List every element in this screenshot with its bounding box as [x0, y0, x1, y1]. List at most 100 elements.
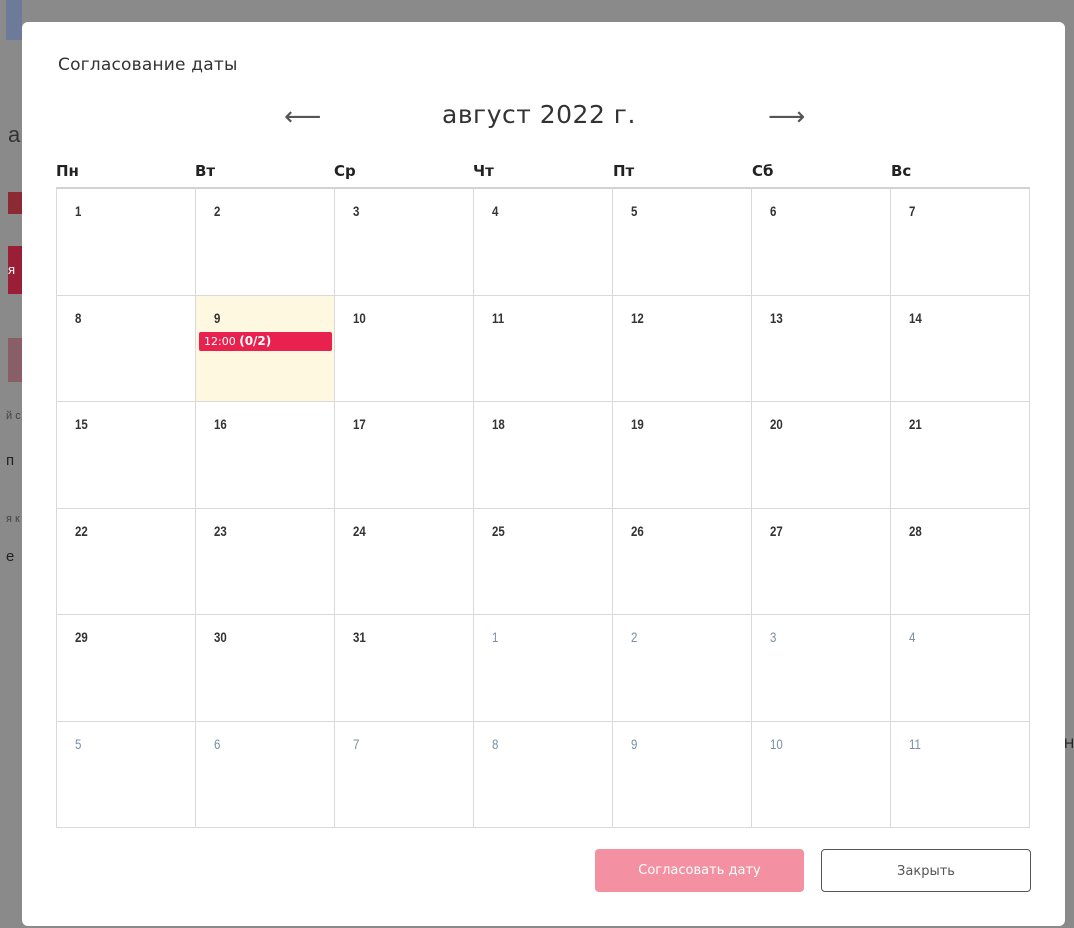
calendar-day-cell[interactable]: 1: [57, 189, 196, 296]
calendar-day-cell[interactable]: 28: [891, 508, 1030, 615]
day-number: 15: [75, 416, 88, 432]
day-number: 6: [770, 203, 777, 219]
calendar-day-cell[interactable]: 5: [57, 721, 196, 828]
day-number: 21: [909, 416, 922, 432]
day-number: 30: [214, 629, 227, 645]
calendar-grid: 1 2 3 4 5 6 7 8 9 12:00 (0/2) 10 11 12 13 14 15 16 17 18 19…: [56, 187, 1030, 828]
close-button[interactable]: Закрыть: [821, 849, 1031, 892]
day-number: 31: [353, 629, 366, 645]
background-heading-fragment: а: [8, 122, 21, 147]
day-number: 4: [492, 203, 499, 219]
day-number: 22: [75, 522, 88, 539]
agree-date-button[interactable]: Согласовать дату: [595, 849, 804, 892]
calendar-day-cell[interactable]: 31: [335, 615, 474, 722]
calendar-day-cell[interactable]: 11: [474, 295, 613, 402]
calendar-day-cell[interactable]: 16: [196, 402, 335, 509]
day-number: 19: [631, 416, 644, 432]
day-number: 3: [353, 203, 360, 219]
calendar-day-cell[interactable]: 22: [57, 508, 196, 615]
calendar-day-cell[interactable]: 24: [335, 508, 474, 615]
background-logo: [6, 0, 22, 40]
day-number: 17: [353, 416, 366, 432]
calendar-day-cell[interactable]: 21: [891, 402, 1030, 509]
day-number: 10: [770, 735, 783, 752]
background-field-text-2: е: [6, 548, 15, 565]
calendar-day-cell[interactable]: 25: [474, 508, 613, 615]
calendar-day-cell[interactable]: 6: [196, 721, 335, 828]
day-number: 1: [75, 203, 82, 219]
day-number: 29: [75, 629, 88, 645]
day-number: 2: [214, 203, 221, 219]
day-number: 5: [631, 203, 638, 219]
day-number: 7: [353, 735, 360, 752]
day-number: 6: [214, 735, 221, 752]
calendar-day-cell[interactable]: 2: [196, 189, 335, 296]
calendar-day-cell[interactable]: 14: [891, 295, 1030, 402]
weekday-mon: Пн: [56, 162, 79, 180]
weekday-tue: Вт: [195, 162, 216, 180]
calendar-day-cell[interactable]: 5: [613, 189, 752, 296]
calendar-day-cell[interactable]: 4: [891, 615, 1030, 722]
weekday-sun: Вс: [891, 162, 912, 180]
arrow-left-icon[interactable]: ⟵: [284, 102, 321, 132]
date-agreement-modal: Согласование даты ⟵ август 2022 г. ⟶ Пн …: [22, 22, 1065, 926]
calendar-day-cell[interactable]: 8: [57, 295, 196, 402]
day-number: 13: [770, 309, 783, 326]
calendar-day-cell[interactable]: 3: [752, 615, 891, 722]
day-number: 25: [492, 522, 505, 539]
calendar-day-cell[interactable]: 10: [335, 295, 474, 402]
day-number: 23: [214, 522, 227, 539]
day-number: 27: [770, 522, 783, 539]
background-label: й с: [6, 410, 21, 422]
month-navigation: ⟵ август 2022 г. ⟶: [22, 100, 1065, 136]
calendar-day-cell[interactable]: 29: [57, 615, 196, 722]
calendar-day-cell[interactable]: 11: [891, 721, 1030, 828]
calendar-day-cell[interactable]: 10: [752, 721, 891, 828]
weekday-sat: Сб: [752, 162, 774, 180]
calendar-day-cell[interactable]: 7: [891, 189, 1030, 296]
calendar-day-cell[interactable]: 30: [196, 615, 335, 722]
calendar-day-cell[interactable]: 18: [474, 402, 613, 509]
event-slot-badge[interactable]: 12:00 (0/2): [199, 331, 332, 351]
calendar-day-cell[interactable]: 6: [752, 189, 891, 296]
day-number: 16: [214, 416, 227, 432]
calendar-day-cell[interactable]: 3: [335, 189, 474, 296]
calendar-day-cell[interactable]: 13: [752, 295, 891, 402]
calendar-day-cell[interactable]: 23: [196, 508, 335, 615]
day-number: 10: [353, 309, 366, 326]
calendar-day-cell[interactable]: 20: [752, 402, 891, 509]
day-number: 24: [353, 522, 366, 539]
calendar-day-cell-selected[interactable]: 9 12:00 (0/2): [196, 295, 335, 402]
calendar-day-cell[interactable]: 9: [613, 721, 752, 828]
calendar-day-cell[interactable]: 1: [474, 615, 613, 722]
calendar-day-cell[interactable]: 17: [335, 402, 474, 509]
day-number: 5: [75, 735, 82, 752]
month-label: август 2022 г.: [442, 100, 636, 129]
calendar-day-cell[interactable]: 26: [613, 508, 752, 615]
weekday-thu: Чт: [473, 162, 494, 180]
weekday-header: Пн Вт Ср Чт Пт Сб Вс: [56, 162, 1030, 186]
day-number: 9: [214, 309, 221, 326]
day-number: 11: [909, 735, 921, 752]
day-number: 11: [492, 309, 505, 326]
modal-title: Согласование даты: [58, 55, 238, 75]
day-number: 14: [909, 309, 922, 326]
day-number: 1: [492, 629, 499, 645]
calendar-day-cell[interactable]: 15: [57, 402, 196, 509]
background-right-fragment: Н: [1064, 735, 1074, 751]
arrow-right-icon[interactable]: ⟶: [768, 102, 805, 132]
day-number: 18: [492, 416, 505, 432]
calendar-day-cell[interactable]: 27: [752, 508, 891, 615]
calendar-day-cell[interactable]: 2: [613, 615, 752, 722]
calendar-day-cell[interactable]: 12: [613, 295, 752, 402]
day-number: 3: [770, 629, 777, 645]
event-count: (0/2): [239, 333, 272, 348]
weekday-fri: Пт: [613, 162, 635, 180]
calendar-day-cell[interactable]: 8: [474, 721, 613, 828]
calendar-day-cell[interactable]: 7: [335, 721, 474, 828]
day-number: 8: [492, 735, 499, 752]
calendar-day-cell[interactable]: 4: [474, 189, 613, 296]
background-field-text: п: [6, 452, 15, 469]
calendar-day-cell[interactable]: 19: [613, 402, 752, 509]
day-number: 26: [631, 522, 644, 539]
